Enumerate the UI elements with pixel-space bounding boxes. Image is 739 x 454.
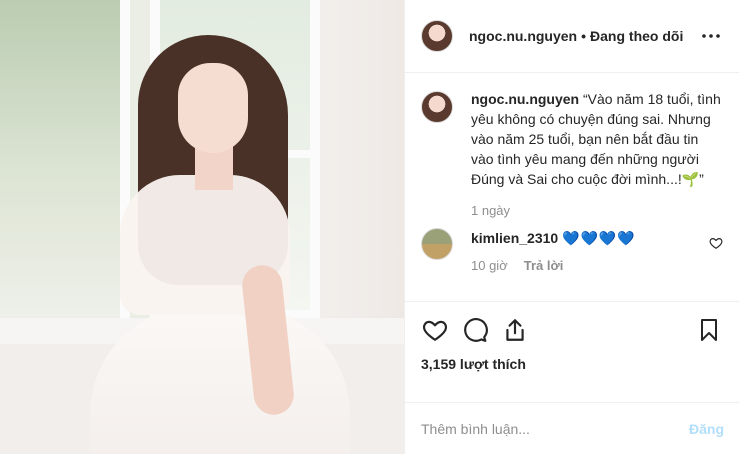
comment-meta: 10 giờ Trả lời <box>471 258 701 273</box>
post-side-panel: ngoc.nu.nguyen • Đang theo dõi ngoc.nu.n… <box>404 0 739 454</box>
comment-username[interactable]: kimlien_2310 <box>471 230 558 246</box>
avatar[interactable] <box>421 20 453 52</box>
caption-timestamp[interactable]: 1 ngày <box>471 203 723 218</box>
comments-section[interactable]: ngoc.nu.nguyen “Vào năm 18 tuổi, tình yê… <box>405 73 739 301</box>
header-separator: • <box>581 28 587 44</box>
heart-icon[interactable] <box>421 316 449 344</box>
avatar[interactable] <box>421 228 453 260</box>
add-comment-bar: Đăng <box>405 402 739 454</box>
list-item: kimlien_2310 💙💙💙💙 10 giờ Trả lời <box>421 228 723 273</box>
comment-timestamp[interactable]: 10 giờ <box>471 258 508 273</box>
photo-subject-skirt <box>90 305 350 454</box>
instagram-post: ngoc.nu.nguyen • Đang theo dõi ngoc.nu.n… <box>0 0 739 454</box>
comment-body: kimlien_2310 💙💙💙💙 10 giờ Trả lời <box>471 228 701 273</box>
follow-status-button[interactable]: Đang theo dõi <box>590 28 683 44</box>
post-comment-button[interactable]: Đăng <box>689 421 724 437</box>
caption-text: ngoc.nu.nguyen “Vào năm 18 tuổi, tình yê… <box>471 89 723 189</box>
post-header: ngoc.nu.nguyen • Đang theo dõi <box>405 0 739 73</box>
caption-username[interactable]: ngoc.nu.nguyen <box>471 91 579 107</box>
caption-body: ngoc.nu.nguyen “Vào năm 18 tuổi, tình yê… <box>471 89 723 218</box>
bookmark-icon[interactable] <box>695 316 723 344</box>
share-icon[interactable] <box>501 316 529 344</box>
comment-heart-icon[interactable] <box>709 236 723 250</box>
comment-icon[interactable] <box>461 316 489 344</box>
action-icons <box>421 310 723 350</box>
post-username[interactable]: ngoc.nu.nguyen <box>469 28 577 44</box>
comment-input[interactable] <box>421 420 661 437</box>
more-horizontal-icon[interactable] <box>699 24 723 48</box>
reply-button[interactable]: Trả lời <box>524 258 564 273</box>
likes-count[interactable]: 3,159 lượt thích <box>421 356 723 372</box>
photo-subject-face <box>178 63 248 153</box>
caption-row: ngoc.nu.nguyen “Vào năm 18 tuổi, tình yê… <box>421 89 723 218</box>
post-photo[interactable] <box>0 0 404 454</box>
comment-content: 💙💙💙💙 <box>562 230 636 246</box>
avatar[interactable] <box>421 91 453 123</box>
photo-subject <box>90 25 350 454</box>
comment-text: kimlien_2310 💙💙💙💙 <box>471 228 701 248</box>
post-actions: 3,159 lượt thích <box>405 301 739 401</box>
